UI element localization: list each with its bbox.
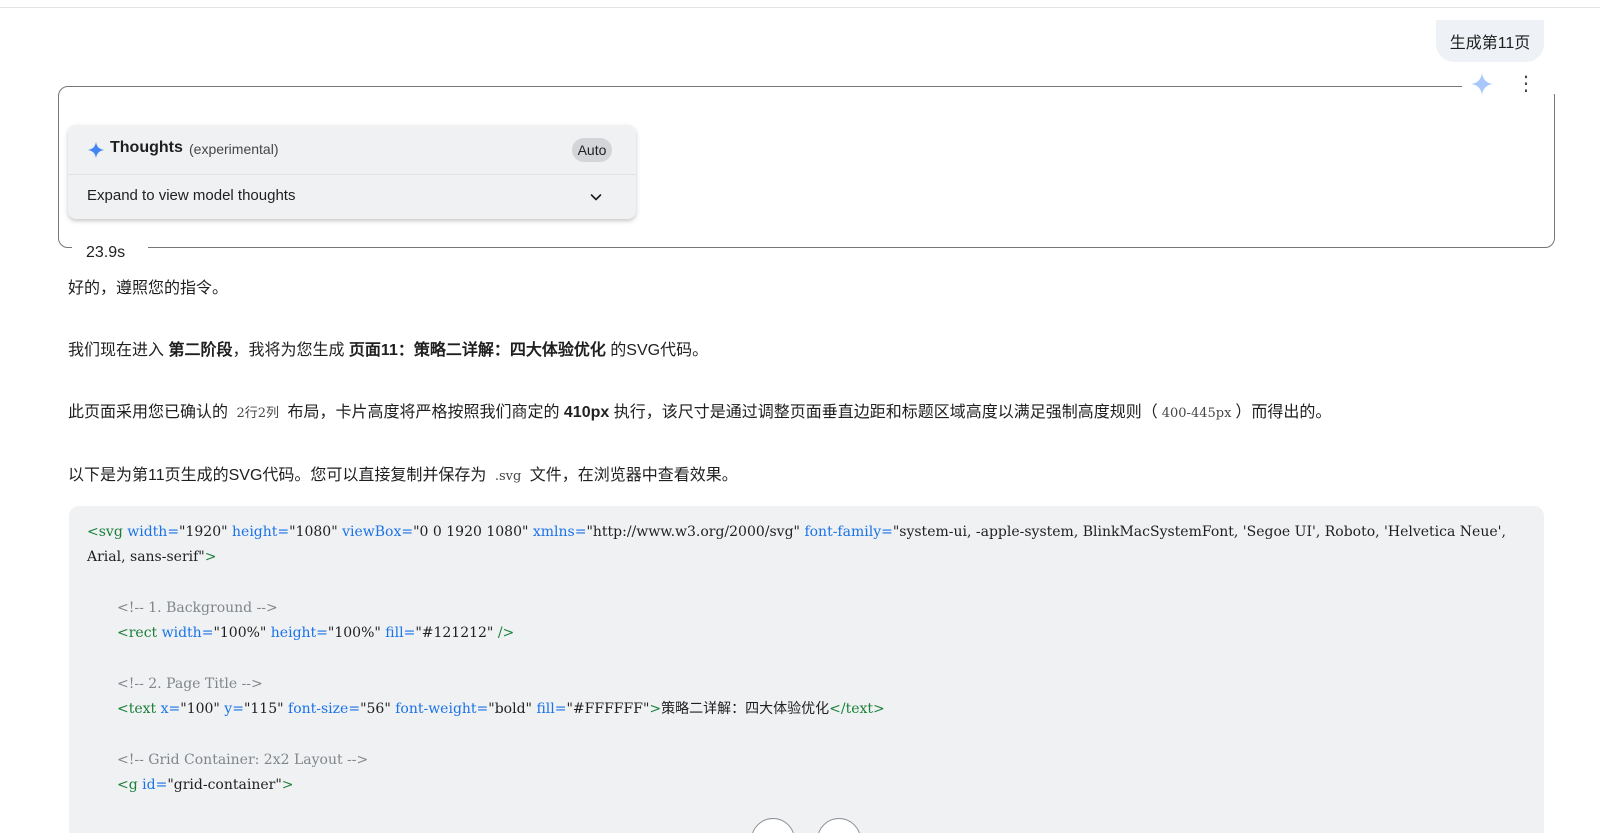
code-line-4: <rect width="100%" height="100%" fill="#… xyxy=(117,625,515,641)
p2-text-1: 我们现在进入 xyxy=(68,342,169,359)
response-paragraph-1: 好的，遵照您的指令。 xyxy=(68,280,229,297)
response-paragraph-3: 此页面采用您已确认的 2行2列 布局，卡片高度将严格按照我们商定的 410px … xyxy=(68,398,1331,422)
p2-bold-stage: 第二阶段 xyxy=(168,342,233,359)
auto-badge[interactable]: Auto xyxy=(572,138,612,162)
p3-text-3: 执行，该尺寸是通过调整页面垂直边距和标题区域高度以满足强制高度规则（ xyxy=(609,404,1158,421)
response-paragraph-4: 以下是为第11页生成的SVG代码。您可以直接复制并保存为 .svg 文件，在浏览… xyxy=(68,461,738,485)
p3-inline-code-range: 400-445px xyxy=(1161,406,1232,421)
p3-inline-code-layout: 2行2列 xyxy=(236,406,279,421)
user-message-text: 生成第11页 xyxy=(1449,35,1531,52)
code-line-8: <g id="grid-container"> xyxy=(117,777,294,793)
response-timing: 23.9s xyxy=(86,244,126,261)
spark-icon xyxy=(1471,73,1493,95)
expand-thoughts-button[interactable]: Expand to view model thoughts xyxy=(68,175,636,219)
thoughts-header: Thoughts (experimental) Auto xyxy=(68,125,636,175)
p4-inline-code-ext: .svg xyxy=(494,469,522,484)
p3-text-1: 此页面采用您已确认的 xyxy=(68,404,233,421)
thoughts-panel: Thoughts (experimental) Auto Expand to v… xyxy=(68,125,636,219)
top-divider xyxy=(0,7,1600,8)
user-message-bubble: 生成第11页 xyxy=(1436,20,1544,62)
p3-text-2: 布局，卡片高度将严格按照我们商定的 xyxy=(283,404,564,421)
thoughts-spark-icon xyxy=(87,141,105,159)
p3-text-4: ）而得出的。 xyxy=(1235,404,1332,421)
code-line-7: <!-- Grid Container: 2x2 Layout --> xyxy=(117,752,369,768)
p2-text-2: ，我将为您生成 xyxy=(232,342,349,359)
code-line-6: <text x="100" y="115" font-size="56" fon… xyxy=(117,701,885,717)
p2-bold-page: 页面11：策略二详解：四大体验优化 xyxy=(348,342,606,359)
p2-text-3: 的SVG代码。 xyxy=(605,342,709,359)
code-line-3: <!-- 1. Background --> xyxy=(117,600,278,616)
code-line-2: Arial, sans-serif"> xyxy=(87,549,217,565)
more-vert-icon[interactable]: ⋮ xyxy=(1516,72,1536,96)
code-line-5: <!-- 2. Page Title --> xyxy=(117,676,263,692)
p4-text-1: 以下是为第11页生成的SVG代码。您可以直接复制并保存为 xyxy=(68,467,491,484)
response-paragraph-2: 我们现在进入 第二阶段，我将为您生成 页面11：策略二详解：四大体验优化 的SV… xyxy=(68,336,708,360)
code-block[interactable]: <svg width="1920" height="1080" viewBox=… xyxy=(69,506,1544,833)
code-line-1: <svg width="1920" height="1080" viewBox=… xyxy=(87,524,1506,540)
p3-bold-height: 410px xyxy=(563,404,610,421)
thoughts-subtitle: (experimental) xyxy=(189,141,279,157)
expand-thoughts-label: Expand to view model thoughts xyxy=(87,187,296,204)
thoughts-title: Thoughts xyxy=(110,139,183,156)
chevron-down-icon xyxy=(590,194,602,201)
p4-text-2: 文件，在浏览器中查看效果。 xyxy=(525,467,738,484)
